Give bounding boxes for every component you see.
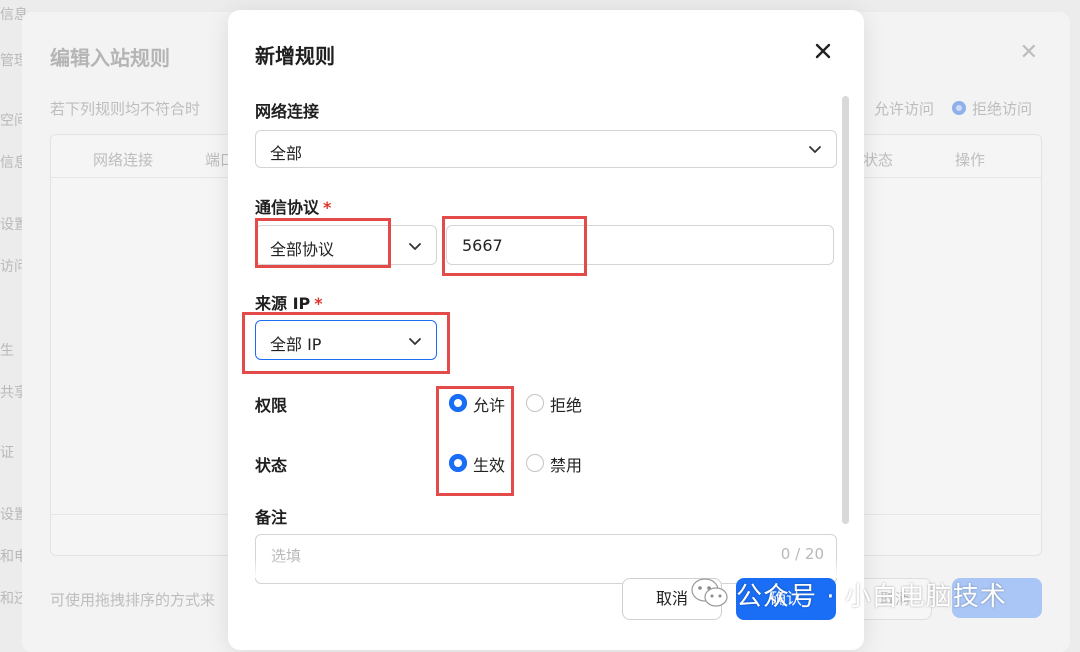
required-mark: * (323, 198, 332, 217)
highlight-port (442, 216, 587, 276)
permission-label: 权限 (255, 396, 288, 415)
background-sidebar: 信息 管理 空间 信息 设置 访问 生 共享 证 设置 和电 和还 (0, 0, 28, 638)
highlight-radios (436, 386, 514, 496)
highlight-protocol (255, 218, 391, 268)
background-deny-radio[interactable] (952, 101, 966, 115)
add-rule-dialog: 新增规则 网络连接 全部 通信协议 * 全部协议 5667 来源 IP * 全部 I… (228, 10, 864, 650)
table-header: 状态 (863, 151, 894, 169)
permission-deny-label: 拒绝 (550, 396, 583, 415)
watermark-text: 公众号 · 小白电脑技术 (736, 582, 1007, 612)
background-close-icon[interactable]: ✕ (1020, 40, 1038, 65)
background-hint: 若下列规则均不符合时 (50, 100, 201, 118)
sidebar-fragment: 证 (0, 445, 14, 461)
dialog-title: 新增规则 (255, 44, 335, 68)
footer-fade (228, 558, 864, 578)
status-disabled-label: 禁用 (550, 456, 583, 475)
source-ip-label: 来源 IP * (255, 290, 323, 314)
network-label: 网络连接 (255, 102, 320, 121)
status-label: 状态 (255, 456, 288, 475)
sidebar-fragment: 生 (0, 343, 14, 359)
background-allow-label: 允许访问 (874, 100, 935, 118)
chevron-down-icon (809, 146, 821, 153)
remark-label: 备注 (255, 508, 288, 527)
protocol-label-text: 通信协议 (255, 198, 320, 217)
close-icon[interactable] (812, 40, 834, 62)
table-header: 网络连接 (93, 151, 154, 169)
protocol-label: 通信协议 * (255, 194, 331, 218)
required-mark: * (314, 294, 323, 313)
scrollbar[interactable] (842, 96, 849, 524)
wechat-icon (691, 578, 728, 607)
chevron-down-icon (409, 243, 421, 250)
table-header: 操作 (955, 151, 986, 169)
radio-unchecked-icon (526, 394, 544, 412)
source-ip-label-text: 来源 IP (255, 294, 311, 313)
background-deny-label: 拒绝访问 (972, 100, 1033, 118)
background-drag-hint: 可使用拖拽排序的方式来 (50, 591, 216, 609)
background-dialog-title: 编辑入站规则 (50, 46, 170, 70)
highlight-source-ip (242, 312, 450, 374)
network-select[interactable]: 全部 (255, 130, 837, 168)
network-select-value: 全部 (270, 144, 303, 163)
radio-unchecked-icon (526, 454, 544, 472)
